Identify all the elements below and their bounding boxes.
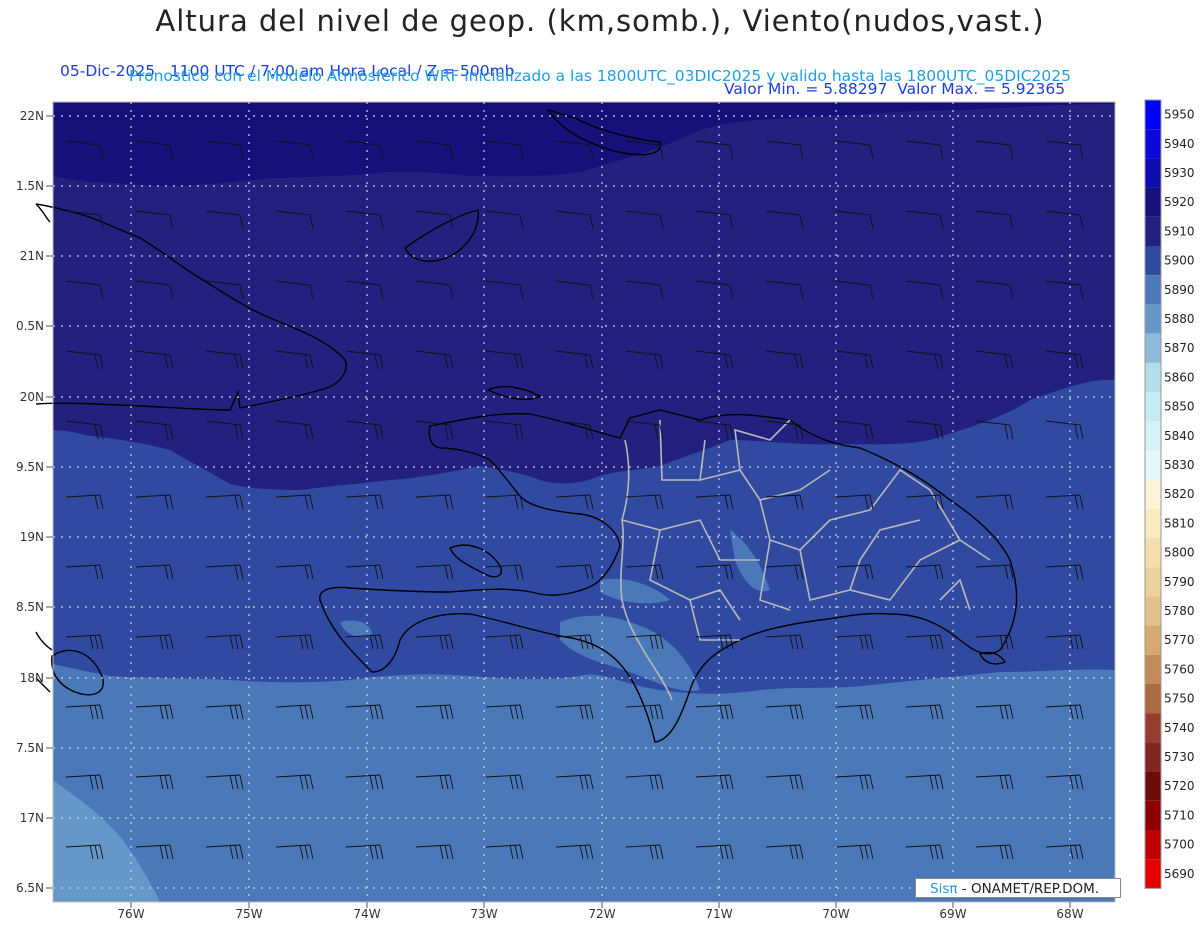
colorbar-label: 5780 — [1164, 604, 1195, 618]
colorbar-swatch — [1145, 859, 1161, 889]
colorbar-label: 5740 — [1164, 721, 1195, 735]
colorbar-label: 5700 — [1164, 838, 1195, 852]
colorbar-swatch — [1145, 158, 1161, 188]
colorbar-swatch — [1145, 187, 1161, 217]
colorbar-swatch — [1145, 216, 1161, 246]
colorbar-label: 5810 — [1164, 516, 1195, 530]
lat-label: 22N — [20, 109, 44, 123]
colorbar-swatch — [1145, 596, 1161, 626]
colorbar-swatch — [1145, 684, 1161, 714]
colorbar-label: 5760 — [1164, 662, 1195, 676]
colorbar-label: 5850 — [1164, 400, 1195, 414]
colorbar-label: 5690 — [1164, 867, 1195, 881]
colorbar-swatch — [1145, 479, 1161, 509]
lat-label: 17N — [20, 811, 44, 825]
colorbar-swatch — [1145, 654, 1161, 684]
lat-label: 19N — [20, 530, 44, 544]
credit-text: - ONAMET/REP.DOM. — [961, 881, 1100, 897]
lon-label: 75W — [235, 907, 262, 921]
colorbar-swatch — [1145, 100, 1161, 130]
lat-label: 20N — [20, 390, 44, 404]
colorbar: 5950 5940 5930 5920 5910 5900 5890 5880 5870 5860… — [1144, 99, 1195, 889]
colorbar-label: 5910 — [1164, 224, 1195, 238]
colorbar-swatch — [1145, 304, 1161, 334]
lon-label: 73W — [470, 907, 497, 921]
colorbar-label: 5790 — [1164, 575, 1195, 589]
colorbar-label: 5880 — [1164, 312, 1195, 326]
lat-label: 9.5N — [16, 460, 44, 474]
colorbar-label: 5860 — [1164, 370, 1195, 384]
colorbar-swatch — [1145, 625, 1161, 655]
colorbar-label: 5890 — [1164, 283, 1195, 297]
colorbar-label: 5800 — [1164, 546, 1195, 560]
geopotential-shading — [53, 102, 1115, 902]
colorbar-swatch — [1145, 362, 1161, 392]
colorbar-label: 5770 — [1164, 633, 1195, 647]
colorbar-label: 5730 — [1164, 750, 1195, 764]
colorbar-swatch — [1145, 567, 1161, 597]
colorbar-label: 5920 — [1164, 195, 1195, 209]
lon-label: 68W — [1056, 907, 1083, 921]
colorbar-swatch — [1145, 771, 1161, 801]
colorbar-swatch — [1145, 508, 1161, 538]
lat-label: 21N — [20, 249, 44, 263]
colorbar-swatch — [1145, 333, 1161, 363]
lat-label: 7.5N — [16, 741, 44, 755]
colorbar-label: 5820 — [1164, 487, 1195, 501]
colorbar-label: 5950 — [1164, 108, 1195, 122]
colorbar-label: 5750 — [1164, 692, 1195, 706]
lat-label: 8.5N — [16, 600, 44, 614]
lon-label: 74W — [353, 907, 380, 921]
colorbar-swatch — [1145, 450, 1161, 480]
colorbar-label: 5830 — [1164, 458, 1195, 472]
colorbar-label: 5710 — [1164, 808, 1195, 822]
colorbar-label: 5720 — [1164, 779, 1195, 793]
lat-label: 6.5N — [16, 881, 44, 895]
colorbar-label: 5930 — [1164, 166, 1195, 180]
lat-label: 1.5N — [16, 179, 44, 193]
colorbar-swatch — [1145, 275, 1161, 305]
colorbar-swatch — [1145, 800, 1161, 830]
credit-badge: Sisπ - ONAMET/REP.DOM. — [915, 878, 1121, 898]
latitude-labels: 22N 1.5N 21N 0.5N 20N 9.5N 19N 8.5N 18N … — [16, 109, 44, 895]
sispi-logo: Sisπ — [930, 881, 958, 897]
colorbar-swatch — [1145, 246, 1161, 276]
longitude-labels: 76W 75W 74W 73W 72W 71W 70W 69W 68W — [117, 907, 1083, 921]
colorbar-swatch — [1145, 538, 1161, 568]
colorbar-swatch — [1145, 830, 1161, 860]
colorbar-label: 5940 — [1164, 137, 1195, 151]
colorbar-swatch — [1145, 742, 1161, 772]
lon-label: 72W — [588, 907, 615, 921]
lat-label: 18N — [20, 671, 44, 685]
lon-label: 69W — [939, 907, 966, 921]
colorbar-swatch — [1145, 129, 1161, 159]
lat-label: 0.5N — [16, 319, 44, 333]
colorbar-swatch — [1145, 392, 1161, 422]
lon-label: 71W — [705, 907, 732, 921]
colorbar-swatch — [1145, 421, 1161, 451]
lon-label: 70W — [822, 907, 849, 921]
colorbar-swatch — [1145, 713, 1161, 743]
colorbar-label: 5900 — [1164, 254, 1195, 268]
lon-label: 76W — [117, 907, 144, 921]
latitude-ticks — [46, 115, 53, 889]
colorbar-label: 5870 — [1164, 341, 1195, 355]
colorbar-label: 5840 — [1164, 429, 1195, 443]
forecast-map: 22N 1.5N 21N 0.5N 20N 9.5N 19N 8.5N 18N … — [16, 99, 1195, 921]
